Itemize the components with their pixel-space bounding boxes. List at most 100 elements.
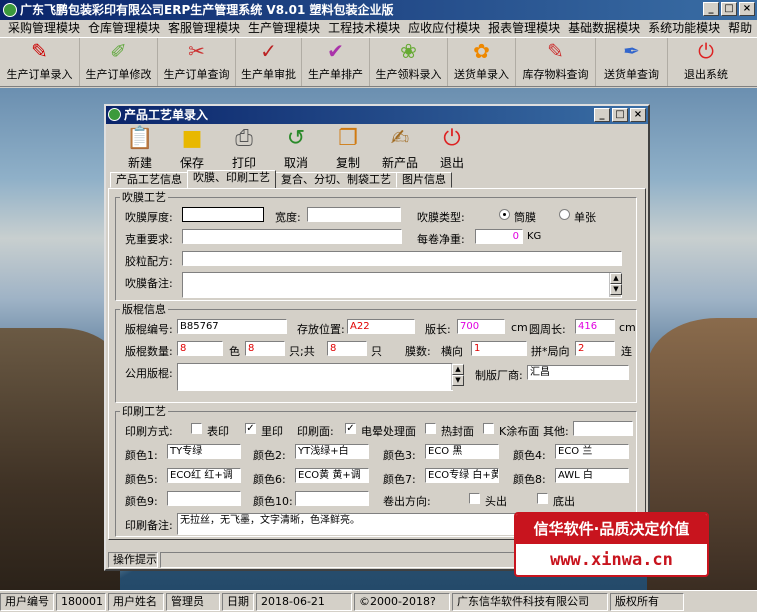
new-product-icon: ✍ xyxy=(390,126,410,151)
menu-warehouse[interactable]: 仓库管理模块 xyxy=(84,20,164,37)
tb-order-entry[interactable]: ✎ 生产订单录入 xyxy=(0,38,80,86)
corona-checkbox[interactable]: ✓ xyxy=(345,423,356,434)
plate-qty-input[interactable]: 8 xyxy=(177,341,223,356)
all-rights: 版权所有 xyxy=(610,592,684,611)
color6-input[interactable]: ECO黄 黄+调 xyxy=(295,468,369,483)
tb-stock[interactable]: ✎ 库存物料查询 xyxy=(516,38,596,86)
approve-icon: ✓ xyxy=(260,39,277,63)
print-remark-label: 印刷备注: xyxy=(125,519,173,532)
other-input[interactable] xyxy=(573,421,633,436)
color8-input[interactable]: AWL 白 xyxy=(555,468,629,483)
color7-input[interactable]: ECO专绿 白+黄+ xyxy=(425,468,499,483)
inner-print-checkbox[interactable]: ✓ xyxy=(245,423,256,434)
copy-button[interactable]: ❐ 复制 xyxy=(322,126,374,172)
head-out-label: 头出 xyxy=(485,495,507,508)
close-button[interactable]: × xyxy=(739,2,755,16)
single-sheet-label: 单张 xyxy=(574,211,596,224)
menu-customer[interactable]: 客服管理模块 xyxy=(164,20,244,37)
tab-blown-print[interactable]: 吹膜、印刷工艺 xyxy=(187,170,276,188)
scroll-up-icon[interactable]: ▲ xyxy=(452,364,464,375)
scroll-down-icon[interactable]: ▼ xyxy=(452,375,464,386)
tb-delivery-query[interactable]: ✒ 送货单查询 xyxy=(596,38,668,86)
tb-schedule[interactable]: ✔ 生产单排产 xyxy=(302,38,370,86)
maker-input[interactable]: 汇昌 xyxy=(527,365,629,380)
heat-seal-label: 热封面 xyxy=(441,425,474,438)
color4-input[interactable]: ECO 兰 xyxy=(555,444,629,459)
joint-input[interactable]: 2 xyxy=(575,341,615,356)
exit-button[interactable]: ⏻ 退出 xyxy=(426,126,478,172)
tail-out-checkbox[interactable] xyxy=(537,493,548,504)
scroll-up-icon[interactable]: ▲ xyxy=(610,273,622,284)
menu-engineering[interactable]: 工程技术模块 xyxy=(324,20,404,37)
menu-basedata[interactable]: 基础数据模块 xyxy=(564,20,644,37)
circumference-input[interactable]: 416 xyxy=(575,319,615,334)
menu-help[interactable]: 帮助 xyxy=(724,20,756,37)
public-plate-textarea[interactable] xyxy=(177,363,453,391)
net-weight-input[interactable]: 0 xyxy=(475,229,523,244)
vendor-watermark: 信华软件·品质决定价值 www.xinwa.cn xyxy=(514,512,709,577)
color5-input[interactable]: ECO红 红+调 xyxy=(167,468,241,483)
color3-input[interactable]: ECO 黑 xyxy=(425,444,499,459)
cancel-button[interactable]: ↺ 取消 xyxy=(270,126,322,172)
pieces-input[interactable]: 8 xyxy=(327,341,367,356)
menu-purchase[interactable]: 采购管理模块 xyxy=(4,20,84,37)
color2-label: 颜色2: xyxy=(253,449,286,462)
plate-length-input[interactable]: 700 xyxy=(457,319,505,334)
child-close-button[interactable]: × xyxy=(630,108,646,122)
tab-product-info[interactable]: 产品工艺信息 xyxy=(110,172,188,188)
tb-order-edit[interactable]: ✐ 生产订单修改 xyxy=(80,38,158,86)
joint-label: 拼*局向 xyxy=(531,345,570,358)
menu-production[interactable]: 生产管理模块 xyxy=(244,20,324,37)
save-button[interactable]: ■ 保存 xyxy=(166,126,218,172)
color-count-input[interactable]: 8 xyxy=(245,341,285,356)
color1-input[interactable]: TY专绿 xyxy=(167,444,241,459)
k-coat-checkbox[interactable] xyxy=(483,423,494,434)
location-input[interactable]: A22 xyxy=(347,319,415,334)
public-plate-scrollbar[interactable]: ▲ ▼ xyxy=(451,364,464,390)
surface-print-checkbox[interactable] xyxy=(191,423,202,434)
formula-input[interactable] xyxy=(182,251,622,266)
tab-laminate-cut-bag[interactable]: 复合、分切、制袋工艺 xyxy=(275,172,397,188)
plate-no-input[interactable]: B85767 xyxy=(177,319,287,334)
schedule-icon: ✔ xyxy=(327,39,344,63)
weight-req-input[interactable] xyxy=(182,229,402,244)
blown-remark-scrollbar[interactable]: ▲ ▼ xyxy=(609,273,622,297)
inner-print-label: 里印 xyxy=(261,425,283,438)
user-name-label: 用户姓名 xyxy=(108,592,164,611)
thickness-input[interactable] xyxy=(182,207,264,222)
query-order-icon: ✂ xyxy=(188,39,205,63)
new-button[interactable]: 📋 新建 xyxy=(114,126,166,172)
color10-input[interactable] xyxy=(295,491,369,506)
tb-material[interactable]: ❀ 生产领料录入 xyxy=(370,38,448,86)
width-input[interactable] xyxy=(307,207,401,222)
print-button[interactable]: ⎙ 打印 xyxy=(218,126,270,172)
heat-seal-checkbox[interactable] xyxy=(425,423,436,434)
tb-exit[interactable]: ⏻ 退出系统 xyxy=(668,38,744,86)
print-method-label: 印刷方式: xyxy=(125,425,173,438)
horizontal-input[interactable]: 1 xyxy=(471,341,527,356)
color2-input[interactable]: YT浅绿+白 xyxy=(295,444,369,459)
tube-film-radio[interactable] xyxy=(499,209,510,220)
single-sheet-radio[interactable] xyxy=(559,209,570,220)
menu-system[interactable]: 系统功能模块 xyxy=(644,20,724,37)
minimize-button[interactable]: _ xyxy=(703,2,719,16)
new-product-button[interactable]: ✍ 新产品 xyxy=(374,126,426,172)
menu-finance[interactable]: 应收应付模块 xyxy=(404,20,484,37)
scroll-down-icon[interactable]: ▼ xyxy=(610,284,622,295)
tb-order-query[interactable]: ✂ 生产订单查询 xyxy=(158,38,236,86)
tb-approve[interactable]: ✓ 生产单审批 xyxy=(236,38,302,86)
head-out-checkbox[interactable] xyxy=(469,493,480,504)
child-maximize-button[interactable]: □ xyxy=(612,108,628,122)
stock-icon: ✎ xyxy=(547,39,564,63)
blown-remark-textarea[interactable] xyxy=(182,272,622,298)
tb-delivery[interactable]: ✿ 送货单录入 xyxy=(448,38,516,86)
menu-reports[interactable]: 报表管理模块 xyxy=(484,20,564,37)
child-minimize-button[interactable]: _ xyxy=(594,108,610,122)
maximize-button[interactable]: □ xyxy=(721,2,737,16)
clipboard-icon: 📋 xyxy=(126,126,154,151)
tab-images[interactable]: 图片信息 xyxy=(396,172,452,188)
public-plate-label: 公用版棍: xyxy=(125,367,173,380)
main-status-bar: 用户编号 180001 用户姓名 管理员 日期 2018-06-21 ©2000… xyxy=(0,590,757,612)
color9-input[interactable] xyxy=(167,491,241,506)
app-icon xyxy=(3,3,17,17)
